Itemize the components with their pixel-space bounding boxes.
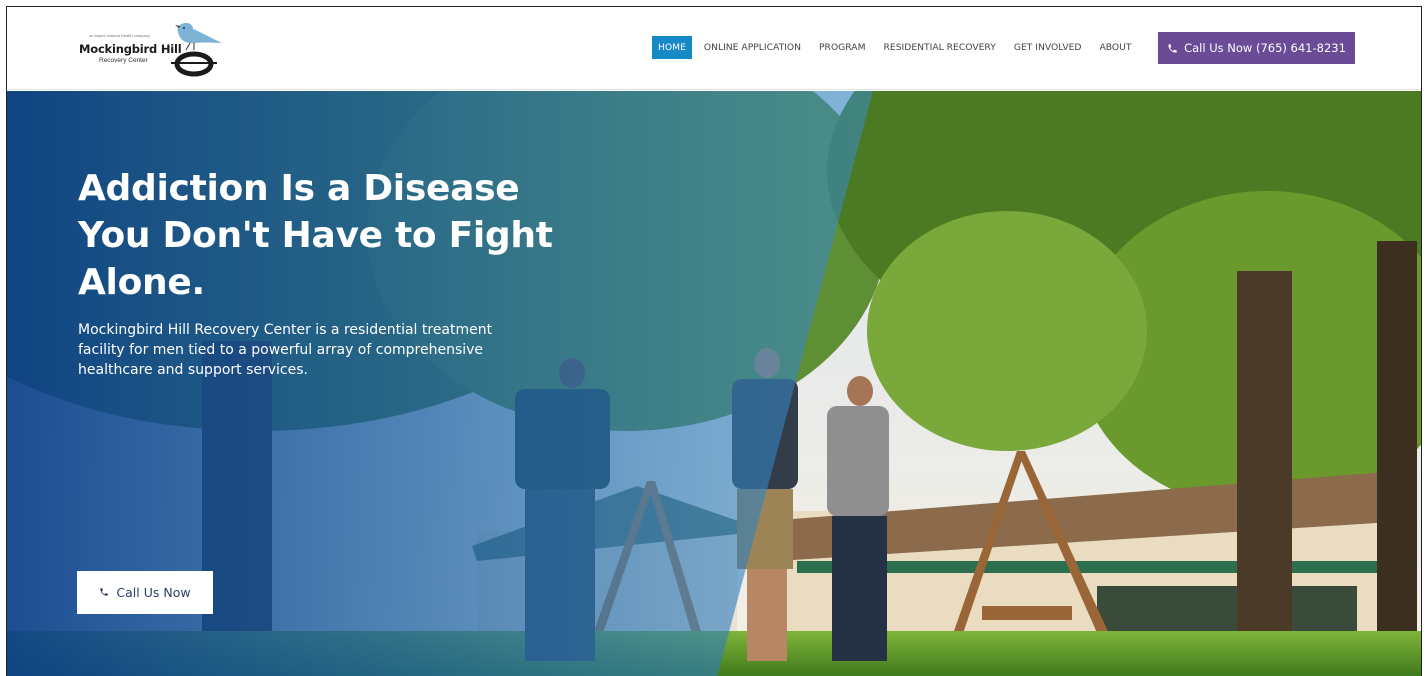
- call-now-hero-button[interactable]: Call Us Now: [77, 571, 213, 614]
- nav-item-get-involved[interactable]: GET INVOLVED: [1014, 36, 1082, 59]
- site-header: an Aspire Indiana Health company Mocking…: [7, 7, 1421, 90]
- call-now-header-label: Call Us Now (765) 641-8231: [1184, 41, 1346, 55]
- site-logo[interactable]: an Aspire Indiana Health company Mocking…: [77, 17, 237, 81]
- browser-viewport: an Aspire Indiana Health company Mocking…: [6, 6, 1422, 676]
- hero-title: Addiction Is a Disease You Don't Have to…: [78, 165, 598, 306]
- hero-description: Mockingbird Hill Recovery Center is a re…: [78, 322, 493, 378]
- logo-subname: Recovery Center: [99, 57, 148, 64]
- hero-section: Addiction Is a Disease You Don't Have to…: [7, 91, 1421, 676]
- nav-item-residential-recovery[interactable]: RESIDENTIAL RECOVERY: [884, 36, 996, 59]
- hero-title-line-3: Alone.: [78, 262, 205, 303]
- phone-icon: [99, 585, 109, 600]
- nav-item-program[interactable]: PROGRAM: [819, 36, 866, 59]
- phone-icon: [1167, 43, 1178, 54]
- nav-item-home[interactable]: HOME: [652, 36, 692, 59]
- call-now-hero-label: Call Us Now: [116, 585, 191, 600]
- nav-item-about[interactable]: ABOUT: [1100, 36, 1132, 59]
- logo-name: Mockingbird Hill: [79, 42, 182, 56]
- main-nav: HOME ONLINE APPLICATION PROGRAM RESIDENT…: [652, 36, 1150, 59]
- nav-item-online-application[interactable]: ONLINE APPLICATION: [704, 36, 801, 59]
- hero-title-line-2: You Don't Have to Fight: [78, 215, 553, 256]
- hero-title-line-1: Addiction Is a Disease: [78, 168, 520, 209]
- call-now-header-button[interactable]: Call Us Now (765) 641-8231: [1158, 32, 1355, 64]
- logo-tagline: an Aspire Indiana Health company: [89, 33, 150, 38]
